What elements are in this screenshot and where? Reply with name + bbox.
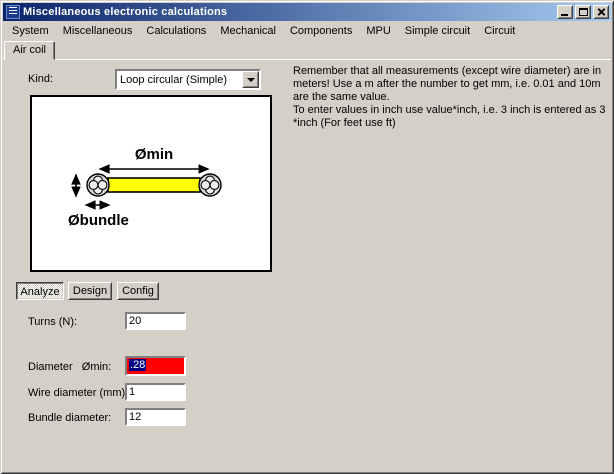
bundle-diameter-value: 12 <box>129 411 142 423</box>
wire-diameter-label: Wire diameter (mm): <box>28 387 129 399</box>
minimize-button[interactable] <box>557 5 573 19</box>
kind-dropdown[interactable]: Loop circular (Simple) <box>115 69 261 90</box>
kind-dropdown-value: Loop circular (Simple) <box>120 73 227 86</box>
analyze-button[interactable]: Analyze <box>16 282 64 300</box>
menu-item-circuit[interactable]: Circuit <box>477 23 522 39</box>
coil-diagram-svg: Ømin Øbundle <box>68 146 222 229</box>
menu-item-mpu[interactable]: MPU <box>359 23 397 39</box>
diameter-min-label: Diameter Ømin: <box>28 361 112 373</box>
menu-item-miscellaneous[interactable]: Miscellaneous <box>56 23 140 39</box>
app-window: Miscellaneous electronic calculations Sy… <box>0 0 614 474</box>
turns-input[interactable]: 20 <box>125 312 186 330</box>
close-button[interactable] <box>593 5 609 19</box>
dbundle-label: Øbundle <box>68 212 129 229</box>
minimize-icon <box>561 14 568 16</box>
coil-band <box>107 177 201 193</box>
app-icon <box>6 5 20 19</box>
bundle-cross-section-right <box>198 173 222 197</box>
wire-diameter-value: 1 <box>129 386 136 398</box>
diameter-min-input[interactable]: .28 <box>125 356 186 376</box>
kind-label: Kind: <box>28 73 54 85</box>
air-coil-page: Kind: Loop circular (Simple) Ømin Øbundl… <box>3 59 611 471</box>
diameter-min-value: .28 <box>129 359 147 371</box>
menu-bar: System Miscellaneous Calculations Mechan… <box>3 21 611 40</box>
window-title: Miscellaneous electronic calculations <box>23 6 228 18</box>
menu-item-components[interactable]: Components <box>283 23 359 39</box>
chevron-down-icon <box>246 77 255 82</box>
turns-label: Turns (N): <box>28 316 78 328</box>
dmin-label: Ømin <box>135 146 173 163</box>
menu-item-calculations[interactable]: Calculations <box>139 23 213 39</box>
config-button[interactable]: Config <box>117 282 159 300</box>
maximize-icon <box>579 8 588 16</box>
maximize-button[interactable] <box>575 5 591 19</box>
bundle-diameter-label: Bundle diameter: <box>28 412 112 424</box>
menu-item-simple-circuit[interactable]: Simple circuit <box>398 23 477 39</box>
instruction-note-para2: To enter values in inch use value*inch, … <box>293 104 606 129</box>
instruction-note-para1: Remember that all measurements (except w… <box>293 65 602 103</box>
wire-diameter-input[interactable]: 1 <box>125 383 186 401</box>
coil-diagram: Ømin Øbundle <box>30 95 272 272</box>
close-icon <box>596 6 607 18</box>
titlebar[interactable]: Miscellaneous electronic calculations <box>3 3 611 21</box>
tab-strip: Air coil <box>3 40 611 60</box>
tab-air-coil[interactable]: Air coil <box>4 41 56 60</box>
menu-item-system[interactable]: System <box>5 23 56 39</box>
bundle-diameter-input[interactable]: 12 <box>125 408 186 426</box>
menu-item-mechanical[interactable]: Mechanical <box>213 23 283 39</box>
design-button[interactable]: Design <box>68 282 112 300</box>
turns-value: 20 <box>129 315 142 327</box>
bundle-cross-section-left <box>86 173 110 197</box>
instruction-note: Remember that all measurements (except w… <box>293 65 611 130</box>
kind-dropdown-button[interactable] <box>242 71 259 88</box>
